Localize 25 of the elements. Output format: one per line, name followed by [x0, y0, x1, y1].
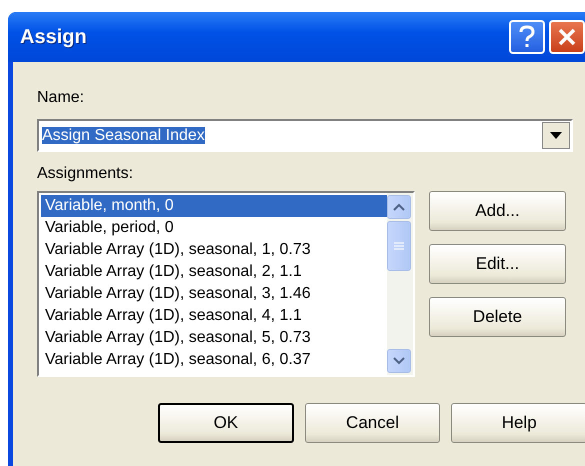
window-title: Assign	[20, 26, 88, 48]
assignments-list[interactable]	[37, 191, 415, 377]
dialog-button[interactable]: OK	[158, 403, 294, 443]
scroll-down-icon[interactable]	[387, 349, 411, 373]
side-button[interactable]: Add...	[429, 191, 566, 231]
help-icon[interactable]	[509, 20, 545, 54]
scrollbar[interactable]	[387, 193, 413, 375]
close-icon[interactable]	[549, 20, 585, 54]
list-item[interactable]: Variable, month, 0	[41, 195, 387, 217]
scroll-thumb[interactable]	[387, 221, 411, 271]
list-item[interactable]: Variable Array (1D), seasonal, 3, 1.46	[41, 283, 387, 305]
name-combo-box[interactable]: Assign Seasonal Index	[37, 119, 573, 152]
list-item[interactable]: Variable Array (1D), seasonal, 4, 1.1	[41, 305, 387, 327]
list-item[interactable]: Variable, period, 0	[41, 217, 387, 239]
assignments-label: Assignments:	[37, 165, 134, 183]
dialog-button[interactable]: Help	[451, 403, 585, 443]
side-button[interactable]: Delete	[429, 297, 566, 337]
list-item[interactable]: Variable Array (1D), seasonal, 2, 1.1	[41, 261, 387, 283]
list-item[interactable]: Variable Array (1D), seasonal, 1, 0.73	[41, 239, 387, 261]
scroll-up-icon[interactable]	[387, 195, 411, 219]
list-item[interactable]: Variable Array (1D), seasonal, 6, 0.37	[41, 349, 387, 371]
side-button[interactable]: Edit...	[429, 244, 566, 284]
dialog-button[interactable]: Cancel	[304, 403, 440, 443]
name-label: Name:	[37, 89, 84, 107]
list-item[interactable]: Variable Array (1D), seasonal, 5, 0.73	[41, 327, 387, 349]
